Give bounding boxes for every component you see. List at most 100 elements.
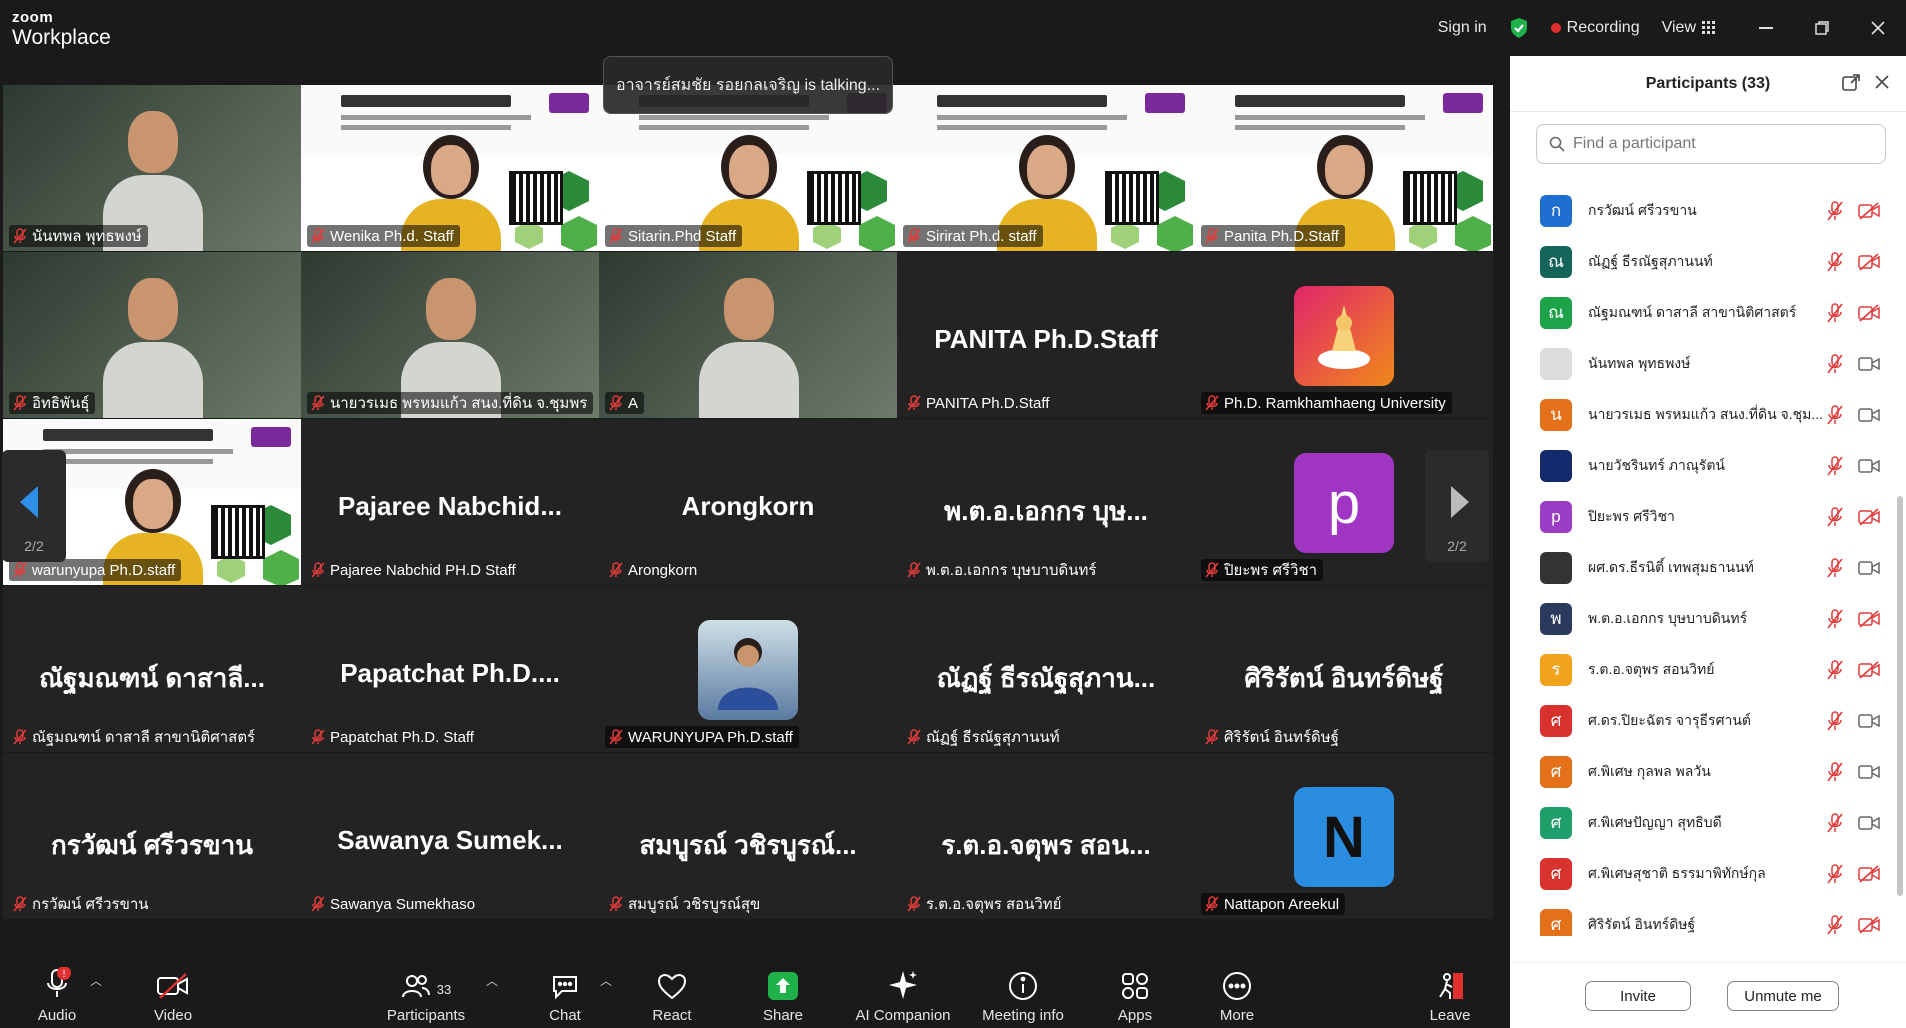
participant-row[interactable]: ก กรวัฒน์ ศรีวรขาน: [1510, 185, 1906, 236]
participant-row[interactable]: ผศ.ดร.ธีรนิติ์ เทพสุมธานนท์: [1510, 542, 1906, 593]
participant-row[interactable]: ร ร.ต.อ.จตุพร สอนวิทย์: [1510, 644, 1906, 695]
video-tile[interactable]: Wenika Ph.d. Staff: [301, 85, 599, 251]
participant-row[interactable]: ศ ศ.พิเศษปัญญา สุทธิบดี: [1510, 797, 1906, 848]
mic-muted-icon[interactable]: [1826, 761, 1844, 782]
leave-button[interactable]: Leave: [1428, 962, 1472, 1024]
mic-muted-icon[interactable]: [1826, 914, 1844, 935]
video-off-icon[interactable]: [1858, 303, 1880, 322]
video-tile[interactable]: Sirirat Ph.d. staff: [897, 85, 1195, 251]
participant-list-scrollbar[interactable]: [1897, 496, 1903, 896]
previous-page-button[interactable]: 2/2: [2, 450, 66, 562]
video-button[interactable]: Video: [150, 962, 196, 1024]
mic-muted-icon[interactable]: [1826, 608, 1844, 629]
video-tile[interactable]: ณัฐมณฑน์ ดาสาลี... ณัฐมณฑน์ ดาสาลี สาขานิ…: [3, 586, 301, 752]
participant-row[interactable]: ศ ศ.พิเศษสุชาติ ธรรมาพิทักษ์กุล: [1510, 848, 1906, 899]
video-tile[interactable]: สมบูรณ์ วชิรบูรณ์... สมบูรณ์ วชิรบูรณ์สุข: [599, 753, 897, 919]
video-tile[interactable]: อิทธิพันธุ์: [3, 252, 301, 418]
sign-in-link[interactable]: Sign in: [1438, 19, 1487, 37]
participant-row[interactable]: ศ ศิริรัตน์ อินทร์ดิษฐ์: [1510, 899, 1906, 936]
share-button[interactable]: Share: [758, 962, 808, 1024]
pop-out-icon[interactable]: [1842, 74, 1860, 92]
mic-muted-icon[interactable]: [1826, 710, 1844, 731]
video-tile[interactable]: N Nattapon Areekul: [1195, 753, 1493, 919]
participant-row[interactable]: ศ ศ.พิเศษ กุลพล พลวัน: [1510, 746, 1906, 797]
video-tile[interactable]: Panita Ph.D.Staff: [1195, 85, 1493, 251]
video-off-icon[interactable]: [1858, 915, 1880, 934]
chat-button[interactable]: Chat: [545, 962, 585, 1024]
recording-indicator[interactable]: Recording: [1550, 19, 1640, 37]
participant-name: Panita Ph.D.Staff: [1224, 227, 1339, 245]
participant-row[interactable]: p ปิยะพร ศรีวิชา: [1510, 491, 1906, 542]
video-on-icon[interactable]: [1858, 814, 1880, 832]
mic-muted-icon[interactable]: [1826, 353, 1844, 374]
video-tile[interactable]: Sawanya Sumek... Sawanya Sumekhaso: [301, 753, 599, 919]
mic-muted-icon[interactable]: [1826, 404, 1844, 425]
participant-row[interactable]: นันทพล พุทธพงษ์: [1510, 338, 1906, 389]
react-button[interactable]: React: [650, 962, 694, 1024]
video-off-icon[interactable]: [1858, 660, 1880, 679]
video-tile[interactable]: WARUNYUPA Ph.D.staff: [599, 586, 897, 752]
video-on-icon[interactable]: [1858, 559, 1880, 577]
video-on-icon[interactable]: [1858, 355, 1880, 373]
invite-button[interactable]: Invite: [1585, 981, 1691, 1011]
video-off-icon[interactable]: [1858, 864, 1880, 883]
minimize-button[interactable]: [1738, 0, 1794, 56]
meeting-info-button[interactable]: Meeting info: [975, 962, 1071, 1024]
video-tile[interactable]: ณัฏฐ์ ธีรณัฐสุภาน... ณัฏฐ์ ธีรณัฐสุภานนท์: [897, 586, 1195, 752]
video-off-icon[interactable]: [1858, 201, 1880, 220]
ai-companion-button[interactable]: AI Companion: [852, 962, 954, 1024]
participant-search-input[interactable]: Find a participant: [1536, 124, 1886, 164]
mic-muted-icon[interactable]: [1826, 506, 1844, 527]
more-button[interactable]: More: [1215, 962, 1259, 1024]
participant-row[interactable]: ณ ณัฐมณฑน์ ดาสาลี สาขานิติศาสตร์: [1510, 287, 1906, 338]
restore-button[interactable]: [1794, 0, 1850, 56]
video-off-icon[interactable]: [1858, 507, 1880, 526]
video-on-icon[interactable]: [1858, 763, 1880, 781]
video-tile[interactable]: Ph.D. Ramkhamhaeng University: [1195, 252, 1493, 418]
video-off-icon[interactable]: [1858, 252, 1880, 271]
video-tile[interactable]: Papatchat Ph.D.... Papatchat Ph.D. Staff: [301, 586, 599, 752]
video-tile[interactable]: นายวรเมธ พรหมแก้ว สนง.ที่ดิน จ.ชุมพร: [301, 252, 599, 418]
video-tile[interactable]: Arongkorn Arongkorn: [599, 419, 897, 585]
audio-options-caret-icon[interactable]: ︿: [90, 972, 102, 989]
participants-options-caret-icon[interactable]: ︿: [486, 972, 498, 989]
chat-options-caret-icon[interactable]: ︿: [600, 972, 612, 989]
participants-button[interactable]: 33 Participants: [382, 962, 470, 1024]
apps-button[interactable]: Apps: [1112, 962, 1158, 1024]
video-tile[interactable]: นันทพล พุทธพงษ์: [3, 85, 301, 251]
participant-row[interactable]: พ พ.ต.อ.เอกกร บุษบาบดินทร์: [1510, 593, 1906, 644]
mic-muted-icon[interactable]: [1826, 863, 1844, 884]
mic-muted-icon[interactable]: [1826, 302, 1844, 323]
view-button[interactable]: View: [1662, 19, 1716, 37]
video-tile[interactable]: ศิริรัตน์ อินทร์ดิษฐ์ ศิริรัตน์ อินทร์ดิษ…: [1195, 586, 1493, 752]
mic-muted-icon[interactable]: [1826, 200, 1844, 221]
video-on-icon[interactable]: [1858, 406, 1880, 424]
video-on-icon[interactable]: [1858, 712, 1880, 730]
participant-row[interactable]: ณ ณัฏฐ์ ธีรณัฐสุภานนท์: [1510, 236, 1906, 287]
close-window-button[interactable]: [1850, 0, 1906, 56]
participant-row[interactable]: น นายวรเมธ พรหมแก้ว สนง.ที่ดิน จ.ชุม...: [1510, 389, 1906, 440]
video-tile[interactable]: กรวัฒน์ ศรีวรขาน กรวัฒน์ ศรีวรขาน: [3, 753, 301, 919]
mic-muted-icon[interactable]: [1826, 455, 1844, 476]
participant-row[interactable]: นายวัชรินทร์ ภาณุรัตน์: [1510, 440, 1906, 491]
video-tile[interactable]: Pajaree Nabchid... Pajaree Nabchid PH.D S…: [301, 419, 599, 585]
mic-muted-icon[interactable]: [1826, 659, 1844, 680]
close-panel-icon[interactable]: [1874, 74, 1890, 90]
video-off-icon[interactable]: [1858, 609, 1880, 628]
video-on-icon[interactable]: [1858, 457, 1880, 475]
video-tile[interactable]: A: [599, 252, 897, 418]
security-shield-icon[interactable]: [1509, 17, 1529, 39]
mic-muted-icon[interactable]: [1826, 812, 1844, 833]
qr-code-icon: [1105, 171, 1159, 225]
mic-muted-icon[interactable]: [1826, 557, 1844, 578]
participant-row[interactable]: ศ ศ.ดร.ปิยะฉัตร จารุธีรศานต์: [1510, 695, 1906, 746]
mic-muted-icon[interactable]: [1826, 251, 1844, 272]
audio-button[interactable]: ! Audio: [34, 962, 80, 1024]
video-tile[interactable]: ร.ต.อ.จตุพร สอน... ร.ต.อ.จตุพร สอนวิทย์: [897, 753, 1195, 919]
participant-avatar: ศ: [1540, 806, 1572, 839]
next-page-button[interactable]: 2/2: [1425, 450, 1489, 562]
video-tile[interactable]: พ.ต.อ.เอกกร บุษ... พ.ต.อ.เอกกร บุษบาบดินท…: [897, 419, 1195, 585]
unmute-me-button[interactable]: Unmute me: [1727, 981, 1839, 1011]
video-tile[interactable]: PANITA Ph.D.Staff PANITA Ph.D.Staff: [897, 252, 1195, 418]
unmute-label: Unmute me: [1744, 987, 1822, 1005]
